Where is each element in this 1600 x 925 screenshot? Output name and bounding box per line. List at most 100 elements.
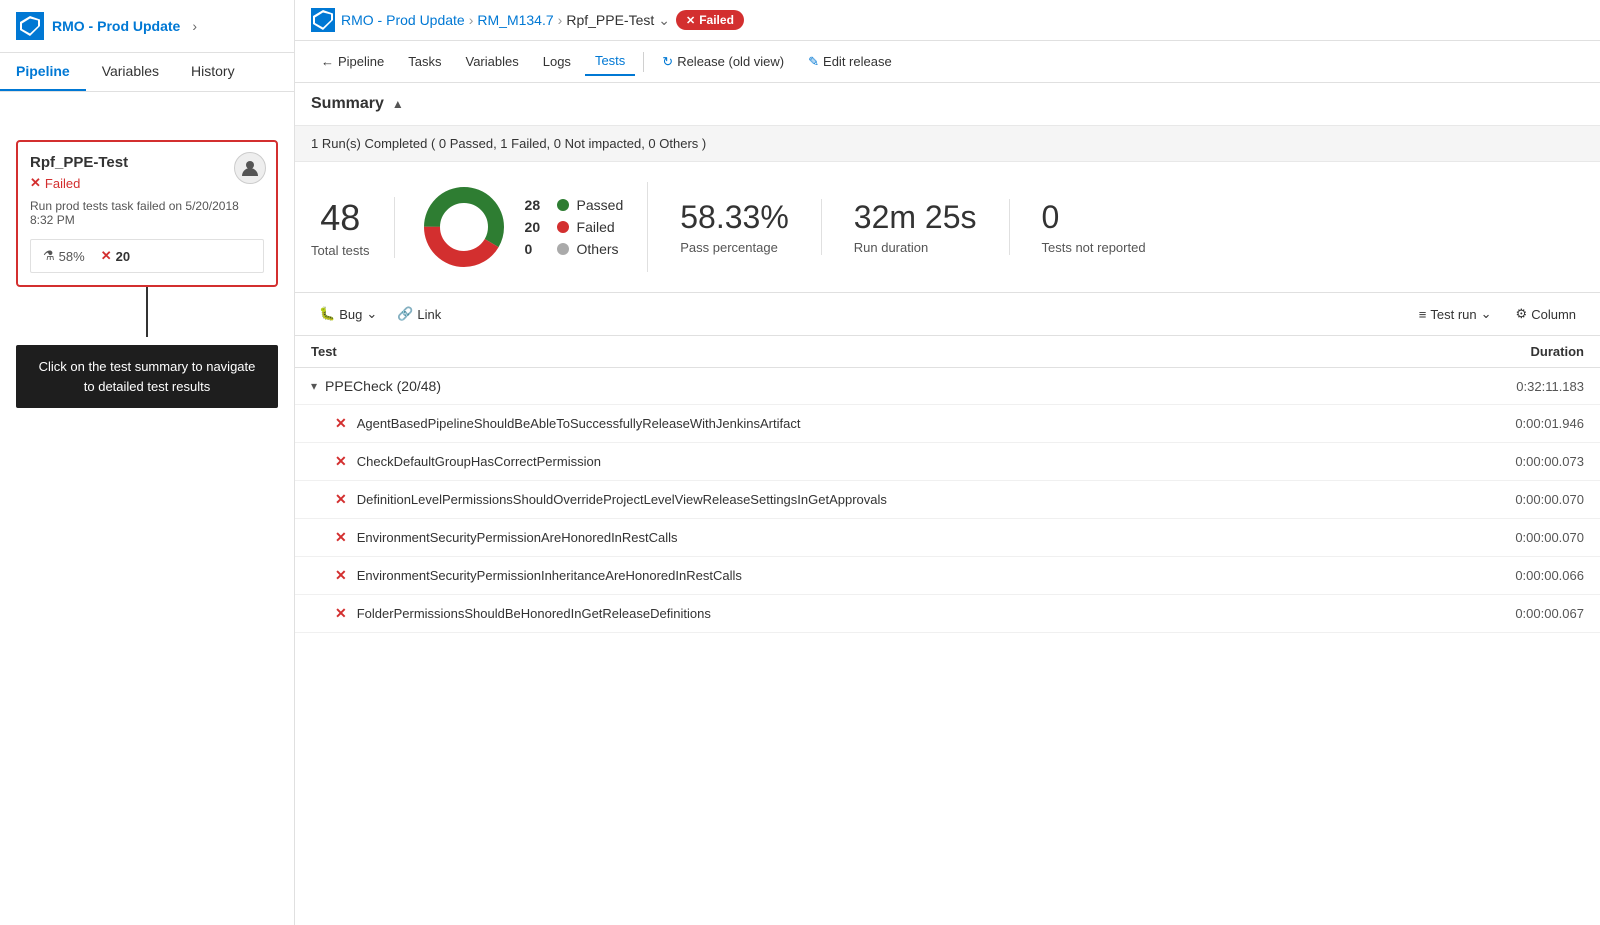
sidebar-chevron-icon: › — [192, 18, 197, 34]
others-dot — [557, 243, 569, 255]
tooltip-box: Click on the test summary to navigate to… — [16, 345, 278, 408]
test-name: AgentBasedPipelineShouldBeAbleToSuccessf… — [357, 416, 1424, 431]
release-old-button[interactable]: ↻ Release (old view) — [652, 48, 794, 76]
test-toolbar-right: ≡ Test run ⌄ ⚙ Column — [1411, 301, 1584, 327]
x-icon: ✕ — [30, 175, 41, 191]
breadcrumb-sep-1: › — [469, 12, 474, 28]
test-run-chevron-icon: ⌄ — [1481, 306, 1492, 322]
pass-percentage-number: 58.33% — [680, 199, 789, 236]
flask-icon: ⚗ — [43, 248, 55, 264]
fail-icon: ✕ — [335, 605, 347, 622]
group-chevron-icon: ▾ — [311, 379, 317, 393]
breadcrumb-sep-2: › — [558, 12, 563, 28]
not-reported-label: Tests not reported — [1042, 240, 1146, 255]
sidebar-tab-history[interactable]: History — [175, 53, 251, 91]
sidebar: RMO - Prod Update › Pipeline Variables H… — [0, 0, 295, 925]
avatar — [234, 152, 266, 184]
stage-card[interactable]: Rpf_PPE-Test ✕ Failed Run prod tests tas… — [16, 140, 278, 287]
group-name: PPECheck (20/48) — [325, 378, 1424, 394]
not-reported-section: 0 Tests not reported — [1010, 199, 1178, 255]
logs-button[interactable]: Logs — [533, 48, 581, 75]
sidebar-pipeline-title[interactable]: RMO - Prod Update — [52, 18, 180, 34]
stage-status: ✕ Failed — [30, 175, 264, 191]
back-pipeline-button[interactable]: ← Pipeline — [311, 48, 394, 75]
test-toolbar: 🐛 Bug ⌄ 🔗 Link ≡ Test run ⌄ ⚙ Column — [295, 293, 1600, 336]
fail-icon: ✕ — [335, 529, 347, 546]
main-content: RMO - Prod Update › RM_M134.7 › Rpf_PPE-… — [295, 0, 1600, 925]
table-row[interactable]: ✕ EnvironmentSecurityPermissionInheritan… — [295, 557, 1600, 595]
test-duration: 0:00:00.070 — [1424, 530, 1584, 545]
failed-badge: ✕ Failed — [676, 10, 744, 30]
table-row[interactable]: ✕ EnvironmentSecurityPermissionAreHonore… — [295, 519, 1600, 557]
tasks-button[interactable]: Tasks — [398, 48, 451, 75]
sidebar-tab-variables[interactable]: Variables — [86, 53, 175, 91]
stage-name: Rpf_PPE-Test — [30, 154, 264, 171]
refresh-icon: ↻ — [662, 54, 673, 70]
fail-stat: ✕ 20 — [101, 248, 130, 264]
edit-release-button[interactable]: ✎ Edit release — [798, 48, 902, 76]
azure-devops-logo — [16, 12, 44, 40]
link-button[interactable]: 🔗 Link — [389, 301, 449, 327]
pass-stat: ⚗ 58% — [43, 248, 85, 264]
test-table: Test Duration ▾ PPECheck (20/48) 0:32:11… — [295, 336, 1600, 925]
back-arrow-icon: ← — [321, 54, 334, 69]
others-legend: 0 Others — [525, 241, 624, 257]
sidebar-tabs: Pipeline Variables History — [0, 53, 294, 92]
table-row[interactable]: ✕ DefinitionLevelPermissionsShouldOverri… — [295, 481, 1600, 519]
sidebar-header: RMO - Prod Update › — [0, 0, 294, 53]
pass-percentage-section: 58.33% Pass percentage — [648, 199, 822, 255]
fail-x-icon: ✕ — [101, 248, 112, 264]
duration-section: 32m 25s Run duration — [822, 199, 1010, 255]
summary-section: Summary ▲ — [295, 83, 1600, 125]
table-row[interactable]: ✕ CheckDefaultGroupHasCorrectPermission … — [295, 443, 1600, 481]
passed-legend: 28 Passed — [525, 197, 624, 213]
bug-button[interactable]: 🐛 Bug ⌄ — [311, 301, 385, 327]
passed-dot — [557, 199, 569, 211]
fail-icon: ✕ — [335, 567, 347, 584]
fail-icon: ✕ — [335, 491, 347, 508]
failed-dot — [557, 221, 569, 233]
run-info-bar: 1 Run(s) Completed ( 0 Passed, 1 Failed,… — [295, 125, 1600, 162]
total-tests-label: Total tests — [311, 243, 370, 258]
stage-description: Run prod tests task failed on 5/20/2018 … — [30, 199, 264, 227]
breadcrumb: RMO - Prod Update › RM_M134.7 › Rpf_PPE-… — [341, 12, 670, 29]
test-name: DefinitionLevelPermissionsShouldOverride… — [357, 492, 1424, 507]
tests-button[interactable]: Tests — [585, 47, 635, 76]
test-toolbar-left: 🐛 Bug ⌄ 🔗 Link — [311, 301, 449, 327]
table-row[interactable]: ✕ FolderPermissionsShouldBeHonoredInGetR… — [295, 595, 1600, 633]
duration-number: 32m 25s — [854, 199, 977, 236]
breadcrumb-rm[interactable]: RM_M134.7 — [477, 12, 553, 28]
column-button[interactable]: ⚙ Column — [1508, 301, 1584, 327]
stage-stats: ⚗ 58% ✕ 20 — [30, 239, 264, 273]
test-group: ▾ PPECheck (20/48) 0:32:11.183 ✕ AgentBa… — [295, 368, 1600, 633]
test-duration: 0:00:00.066 — [1424, 568, 1584, 583]
toolbar-divider — [643, 52, 644, 72]
donut-chart — [419, 182, 509, 272]
donut-section: 28 Passed 20 Failed 0 Others — [395, 182, 649, 272]
bug-chevron-icon: ⌄ — [366, 306, 377, 322]
table-header: Test Duration — [295, 336, 1600, 368]
sidebar-tab-pipeline[interactable]: Pipeline — [0, 53, 86, 91]
test-duration: 0:00:00.067 — [1424, 606, 1584, 621]
fail-icon: ✕ — [335, 415, 347, 432]
total-tests-number: 48 — [311, 197, 370, 239]
group-duration: 0:32:11.183 — [1424, 379, 1584, 394]
summary-header[interactable]: Summary ▲ — [311, 83, 1584, 125]
test-run-button[interactable]: ≡ Test run ⌄ — [1411, 301, 1500, 327]
top-nav: RMO - Prod Update › RM_M134.7 › Rpf_PPE-… — [295, 0, 1600, 41]
test-duration: 0:00:00.070 — [1424, 492, 1584, 507]
test-duration: 0:00:01.946 — [1424, 416, 1584, 431]
main-logo — [311, 8, 335, 32]
failed-legend: 20 Failed — [525, 219, 624, 235]
table-row[interactable]: ✕ AgentBasedPipelineShouldBeAbleToSucces… — [295, 405, 1600, 443]
column-icon: ⚙ — [1516, 306, 1528, 322]
variables-button[interactable]: Variables — [456, 48, 529, 75]
not-reported-number: 0 — [1042, 199, 1146, 236]
test-group-header[interactable]: ▾ PPECheck (20/48) 0:32:11.183 — [295, 368, 1600, 405]
toolbar: ← Pipeline Tasks Variables Logs Tests ↻ … — [295, 41, 1600, 83]
col-duration-header: Duration — [1424, 344, 1584, 359]
summary-chevron-icon: ▲ — [392, 97, 404, 111]
breadcrumb-rmo[interactable]: RMO - Prod Update — [341, 12, 465, 28]
duration-label: Run duration — [854, 240, 977, 255]
breadcrumb-dropdown-icon[interactable]: ⌄ — [658, 12, 670, 29]
